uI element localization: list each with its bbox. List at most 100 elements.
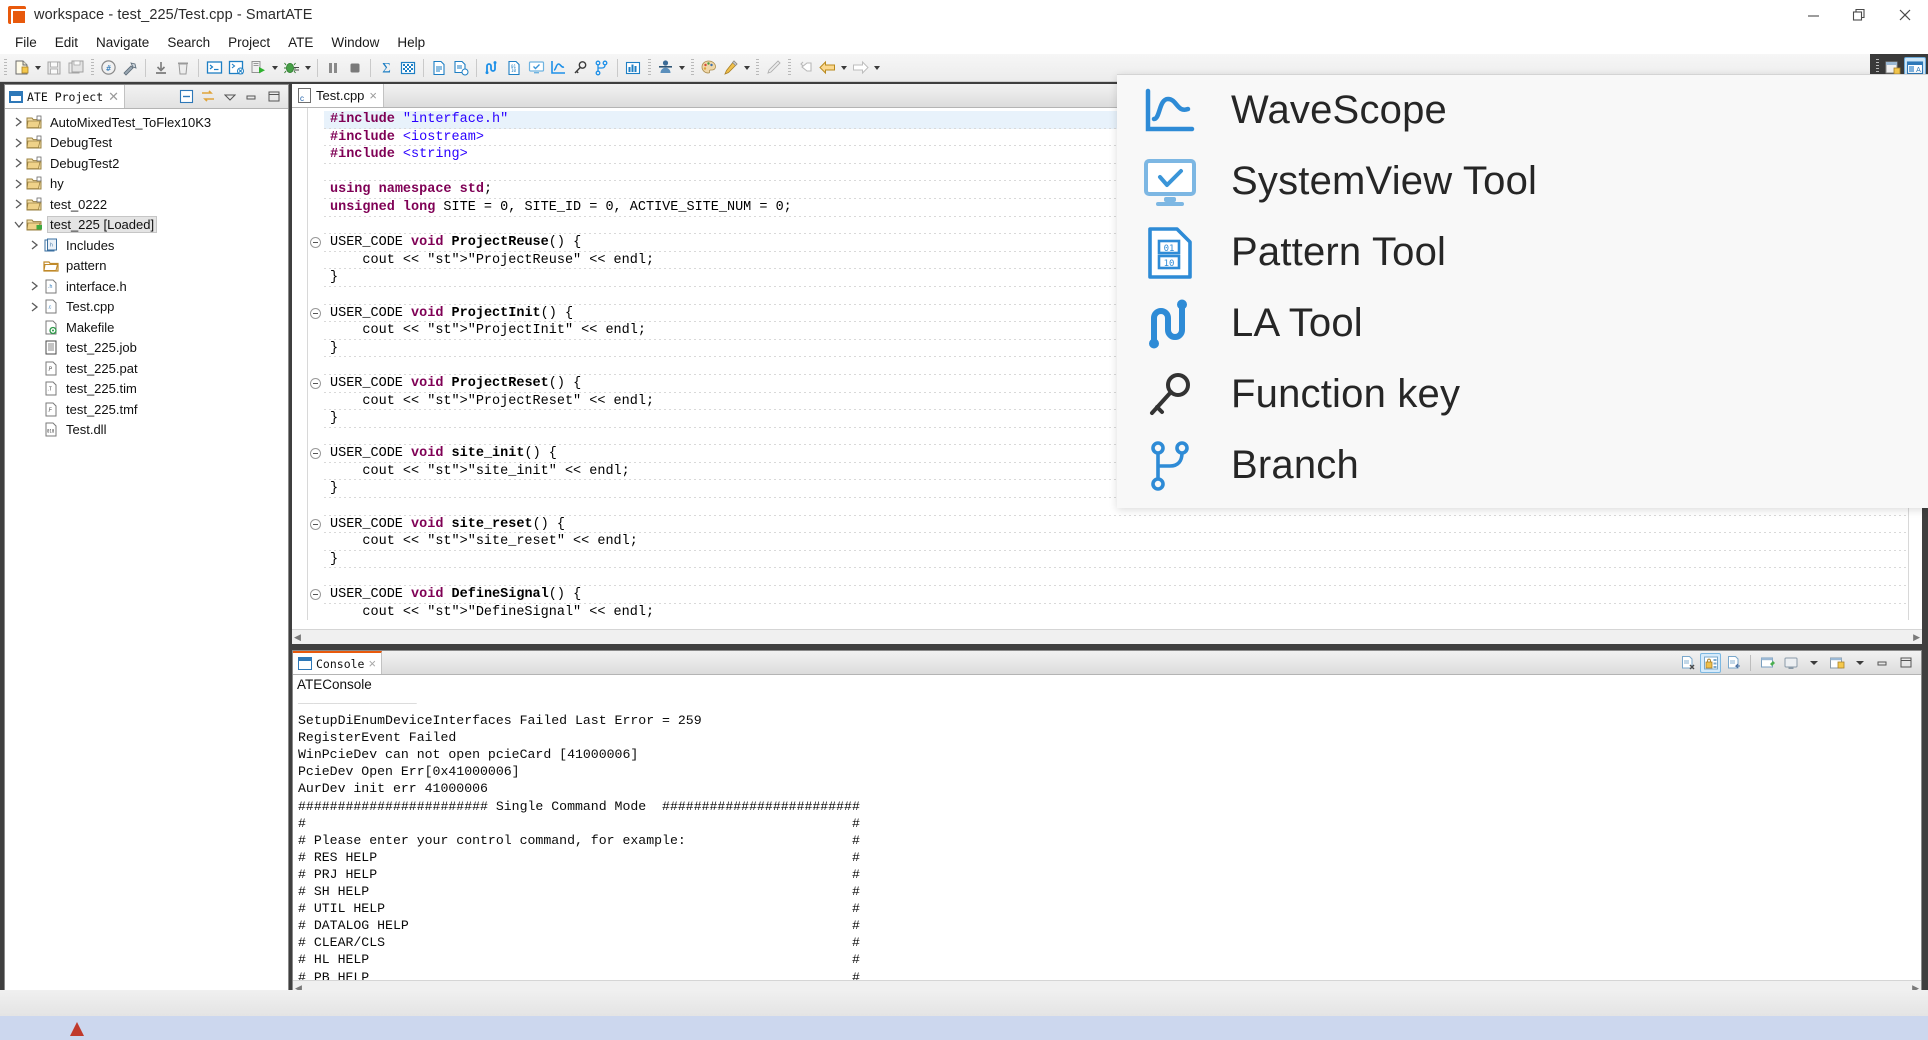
tools-menu-item[interactable]: 0110Pattern Tool bbox=[1117, 217, 1928, 288]
wavescope-icon[interactable] bbox=[547, 57, 569, 79]
menu-file[interactable]: File bbox=[6, 33, 46, 52]
toolbar-grip-5[interactable] bbox=[756, 59, 759, 77]
menu-project[interactable]: Project bbox=[219, 33, 279, 52]
chevron-down-icon-back[interactable] bbox=[838, 57, 849, 79]
new-file-icon[interactable] bbox=[10, 57, 32, 79]
tree-item[interactable]: test_225 [Loaded] bbox=[5, 215, 288, 236]
fold-collapse-icon[interactable] bbox=[310, 378, 321, 389]
maximize-icon-explorer[interactable] bbox=[266, 89, 282, 105]
checkerboard-icon[interactable] bbox=[397, 57, 419, 79]
chevron-down-icon-pen[interactable] bbox=[741, 57, 752, 79]
chevron-right-icon[interactable] bbox=[11, 196, 26, 212]
fold-collapse-icon[interactable] bbox=[310, 448, 321, 459]
fold-collapse-icon[interactable] bbox=[310, 308, 321, 319]
toolbar-grip-3[interactable] bbox=[648, 59, 651, 77]
build-all-icon[interactable]: # bbox=[97, 57, 119, 79]
key-icon[interactable] bbox=[569, 57, 591, 79]
branch-icon[interactable] bbox=[591, 57, 613, 79]
chevron-right-icon[interactable] bbox=[27, 237, 42, 253]
pen-icon[interactable] bbox=[719, 57, 741, 79]
document-icon[interactable] bbox=[428, 57, 450, 79]
menu-help[interactable]: Help bbox=[388, 33, 434, 52]
chevron-down-icon[interactable] bbox=[11, 217, 26, 233]
tree-item[interactable]: 010Test.dll bbox=[5, 420, 288, 441]
fold-collapse-icon[interactable] bbox=[310, 589, 321, 600]
save-icon[interactable] bbox=[43, 57, 65, 79]
chevron-down-icon-view-menu[interactable] bbox=[222, 89, 238, 105]
stop-icon[interactable] bbox=[344, 57, 366, 79]
chevron-down-icon[interactable] bbox=[32, 57, 43, 79]
close-icon[interactable]: ✕ bbox=[107, 90, 119, 103]
link-editor-icon[interactable] bbox=[200, 89, 216, 105]
toolbar-grip[interactable] bbox=[4, 59, 7, 77]
marker-icon[interactable] bbox=[762, 57, 784, 79]
chevron-down-icon-debug[interactable] bbox=[302, 57, 313, 79]
chevron-right-icon[interactable] bbox=[27, 299, 42, 315]
tree-item[interactable]: .hinterface.h bbox=[5, 276, 288, 297]
maximize-icon-console[interactable] bbox=[1895, 653, 1916, 673]
forward-arrow-icon[interactable] bbox=[849, 57, 871, 79]
palette-icon[interactable] bbox=[697, 57, 719, 79]
tree-item[interactable]: hIncludes bbox=[5, 235, 288, 256]
run-icon[interactable] bbox=[247, 57, 269, 79]
hammer-icon[interactable] bbox=[119, 57, 141, 79]
tab-console[interactable]: Console × bbox=[293, 651, 382, 674]
chevron-right-icon[interactable] bbox=[27, 278, 42, 294]
load-program-icon[interactable] bbox=[225, 57, 247, 79]
minimize-button[interactable] bbox=[1790, 0, 1836, 30]
pattern-tool-icon[interactable]: 0110 bbox=[503, 57, 525, 79]
tree-item[interactable]: DebugTest2 bbox=[5, 153, 288, 174]
menu-navigate[interactable]: Navigate bbox=[87, 33, 158, 52]
clear-console-icon[interactable] bbox=[1677, 653, 1698, 673]
tab-ate-project[interactable]: ATE Project ✕ bbox=[5, 85, 125, 108]
tools-person-icon[interactable] bbox=[654, 57, 676, 79]
tab-test-cpp[interactable]: Test.cpp × bbox=[292, 84, 384, 107]
chevron-down-icon-run[interactable] bbox=[269, 57, 280, 79]
fold-collapse-icon[interactable] bbox=[310, 237, 321, 248]
fold-collapse-icon[interactable] bbox=[310, 519, 321, 530]
sigma-icon[interactable]: Σ bbox=[375, 57, 397, 79]
toolbar-grip-4[interactable] bbox=[691, 59, 694, 77]
pause-icon[interactable] bbox=[322, 57, 344, 79]
tree-item[interactable]: .Ttest_225.tim bbox=[5, 379, 288, 400]
la-tool-icon[interactable] bbox=[481, 57, 503, 79]
new-console-icon[interactable] bbox=[1826, 653, 1847, 673]
menu-edit[interactable]: Edit bbox=[46, 33, 87, 52]
scroll-left-arrow-icon[interactable]: ◀ bbox=[294, 632, 301, 643]
editor-horizontal-scrollbar[interactable]: ◀ ▶ bbox=[292, 629, 1922, 644]
display-console-icon[interactable] bbox=[1757, 653, 1778, 673]
tools-menu-item[interactable]: Function key bbox=[1117, 359, 1928, 430]
pin-console-icon[interactable] bbox=[1723, 653, 1744, 673]
download-icon[interactable] bbox=[150, 57, 172, 79]
terminal-icon[interactable] bbox=[203, 57, 225, 79]
tree-item[interactable]: hy bbox=[5, 174, 288, 195]
toolbar-grip-2[interactable] bbox=[91, 59, 94, 77]
bar-chart-icon[interactable] bbox=[622, 57, 644, 79]
tools-menu-item[interactable]: WaveScope bbox=[1117, 75, 1928, 146]
chevron-right-icon[interactable] bbox=[11, 155, 26, 171]
editor-marker-ruler[interactable] bbox=[292, 108, 308, 620]
editor-fold-ruler[interactable] bbox=[308, 108, 324, 620]
scroll-right-arrow-icon[interactable]: ▶ bbox=[1913, 632, 1920, 643]
tree-item[interactable]: DebugTest bbox=[5, 133, 288, 154]
chevron-down-icon-tools[interactable] bbox=[676, 57, 687, 79]
chevron-down-icon-forward[interactable] bbox=[871, 57, 882, 79]
console-output[interactable]: ―――――――――――――――SetupDiEnumDeviceInterfac… bbox=[293, 695, 1921, 980]
document-config-icon[interactable] bbox=[450, 57, 472, 79]
tree-item[interactable]: AutoMixedTest_ToFlex10K3 bbox=[5, 112, 288, 133]
chevron-right-icon[interactable] bbox=[11, 135, 26, 151]
back-arrow-icon[interactable] bbox=[816, 57, 838, 79]
tree-item[interactable]: pattern bbox=[5, 256, 288, 277]
chevron-right-icon[interactable] bbox=[11, 176, 26, 192]
chevron-down-icon-new-console[interactable] bbox=[1849, 653, 1870, 673]
tools-menu-item[interactable]: Branch bbox=[1117, 430, 1928, 501]
save-all-icon[interactable] bbox=[65, 57, 87, 79]
tree-item[interactable]: .Ptest_225.pat bbox=[5, 358, 288, 379]
tree-item[interactable]: .cTest.cpp bbox=[5, 297, 288, 318]
close-button[interactable] bbox=[1882, 0, 1928, 30]
menu-window[interactable]: Window bbox=[322, 33, 388, 52]
tree-item[interactable]: Makefile bbox=[5, 317, 288, 338]
scroll-lock-icon[interactable] bbox=[1700, 653, 1721, 673]
tools-menu-item[interactable]: SystemView Tool bbox=[1117, 146, 1928, 217]
project-tree[interactable]: AutoMixedTest_ToFlex10K3DebugTestDebugTe… bbox=[5, 109, 288, 995]
